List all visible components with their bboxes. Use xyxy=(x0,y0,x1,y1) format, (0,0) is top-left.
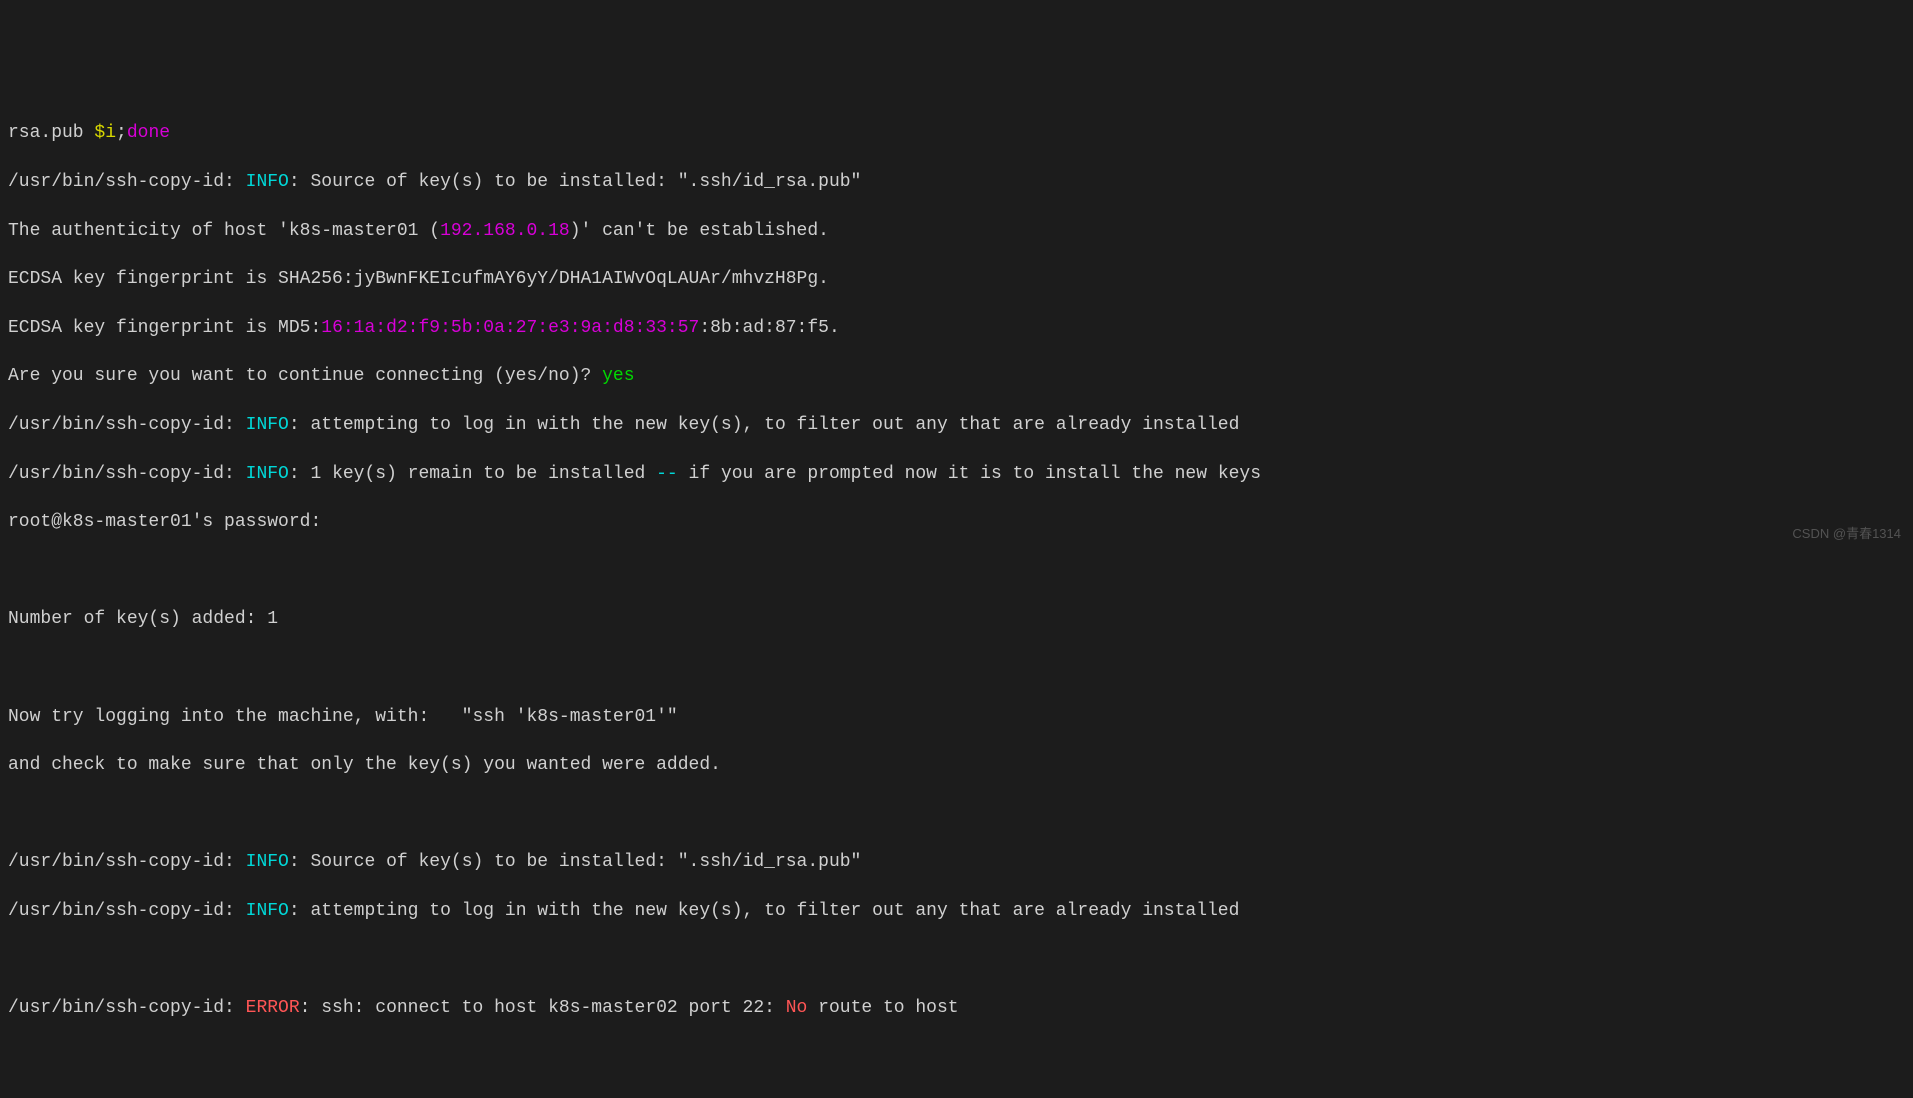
terminal-output[interactable]: rsa.pub $i;done /usr/bin/ssh-copy-id: IN… xyxy=(8,97,1905,1045)
watermark: CSDN @青春1314 xyxy=(1792,525,1901,543)
line: /usr/bin/ssh-copy-id: INFO: Source of ke… xyxy=(8,170,1905,194)
line xyxy=(8,656,1905,680)
line xyxy=(8,802,1905,826)
line: ECDSA key fingerprint is SHA256:jyBwnFKE… xyxy=(8,267,1905,291)
line-partial-top: rsa.pub $i;done xyxy=(8,121,1905,145)
line: /usr/bin/ssh-copy-id: INFO: Source of ke… xyxy=(8,850,1905,874)
line: /usr/bin/ssh-copy-id: INFO: attempting t… xyxy=(8,899,1905,923)
line: /usr/bin/ssh-copy-id: INFO: attempting t… xyxy=(8,413,1905,437)
line: and check to make sure that only the key… xyxy=(8,753,1905,777)
line: Now try logging into the machine, with: … xyxy=(8,705,1905,729)
line: Are you sure you want to continue connec… xyxy=(8,364,1905,388)
line: Number of key(s) added: 1 xyxy=(8,607,1905,631)
line xyxy=(8,948,1905,972)
line xyxy=(8,559,1905,583)
line: The authenticity of host 'k8s-master01 (… xyxy=(8,219,1905,243)
line-error: /usr/bin/ssh-copy-id: ERROR: ssh: connec… xyxy=(8,996,1905,1020)
line: /usr/bin/ssh-copy-id: INFO: 1 key(s) rem… xyxy=(8,462,1905,486)
line: ECDSA key fingerprint is MD5:16:1a:d2:f9… xyxy=(8,316,1905,340)
line: root@k8s-master01's password: xyxy=(8,510,1905,534)
